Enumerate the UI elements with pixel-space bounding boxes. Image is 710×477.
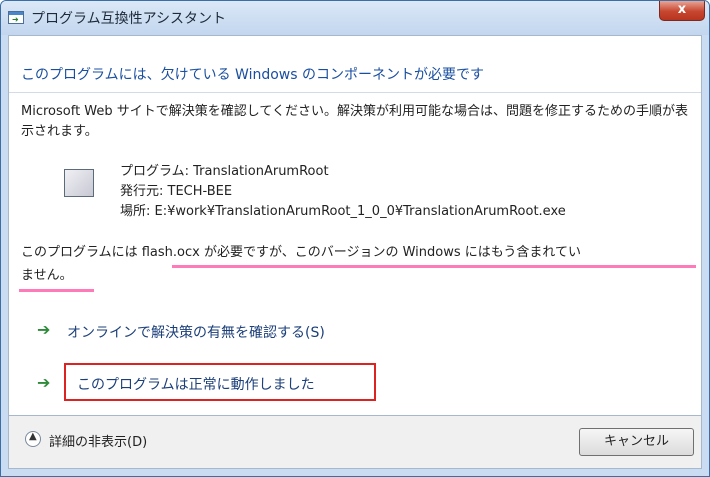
highlight-box: [64, 363, 376, 401]
publisher: 発行元: TECH-BEE: [120, 184, 233, 199]
app-small-icon: ➜: [8, 11, 24, 24]
close-button[interactable]: x: [659, 1, 705, 21]
cancel-button[interactable]: キャンセル: [579, 428, 694, 456]
command-link-label: オンラインで解決策の有無を確認する(S): [67, 325, 325, 341]
green-arrow-icon: ➔: [37, 320, 51, 339]
program-name: プログラム: TranslationArumRoot: [120, 164, 329, 179]
location: 場所: E:¥work¥TranslationArumRoot_1_0_0¥Tr…: [120, 204, 566, 219]
main-panel: このプログラムには、欠けている Windows のコンポーネントが必要です Mi…: [8, 35, 702, 415]
footer: ▲ 詳細の非表示(D) キャンセル: [8, 415, 702, 469]
requirement-text-line1: このプログラムには flash.ocx が必要ですが、このバージョンの Wind…: [21, 245, 581, 260]
chevron-up-circle-icon[interactable]: ▲: [25, 431, 41, 447]
divider: [9, 92, 701, 93]
annotation-underline: [19, 289, 94, 292]
compatibility-assistant-window: ➜ プログラム互換性アシスタント x このプログラムには、欠けている Windo…: [0, 0, 710, 477]
description-text: Microsoft Web サイトで解決策を確認してください。解決策が利用可能な…: [21, 104, 688, 139]
program-info: プログラム: TranslationArumRoot 発行元: TECH-BEE…: [120, 162, 566, 222]
program-icon: [64, 169, 94, 197]
requirement-text-line2: ません。: [21, 268, 73, 283]
annotation-underline: [172, 265, 696, 268]
green-arrow-icon: ➔: [37, 373, 51, 392]
details-toggle[interactable]: 詳細の非表示(D): [49, 431, 147, 450]
window-title: プログラム互換性アシスタント: [31, 11, 227, 27]
title-bar[interactable]: ➜ プログラム互換性アシスタント x: [1, 1, 709, 35]
close-icon: x: [677, 2, 687, 17]
main-instruction: このプログラムには、欠けている Windows のコンポーネントが必要です: [21, 67, 484, 83]
